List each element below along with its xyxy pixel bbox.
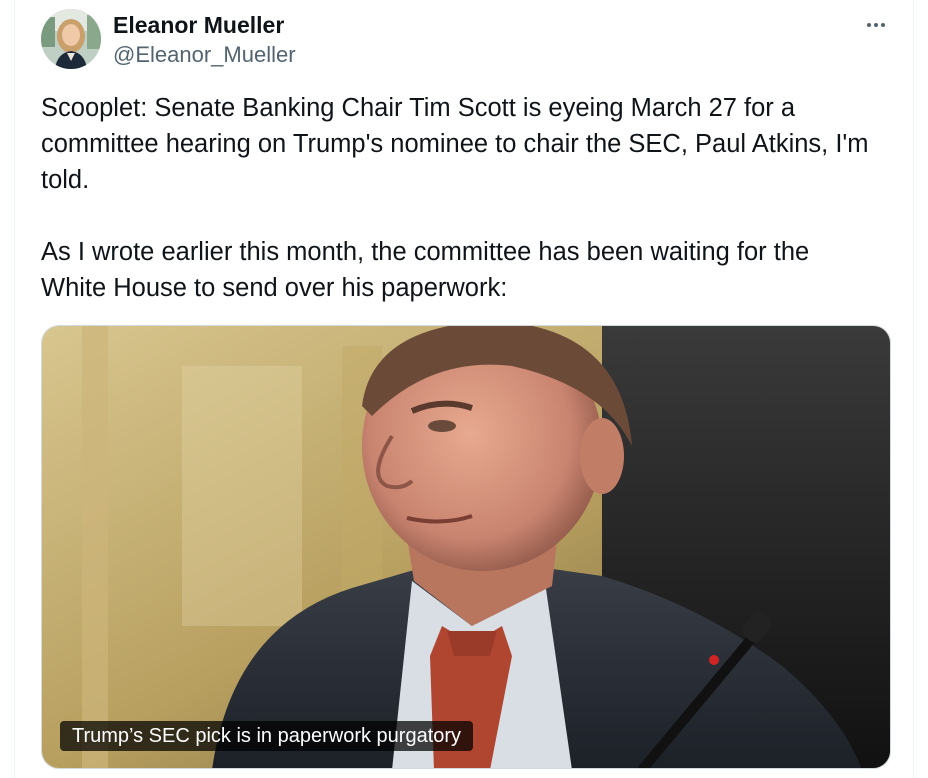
link-card-image	[42, 326, 890, 768]
author-handle[interactable]: @Eleanor_Mueller	[113, 42, 296, 68]
more-options-icon[interactable]	[861, 12, 891, 38]
dot	[867, 23, 871, 27]
tweet-text: Scooplet: Senate Banking Chair Tim Scott…	[41, 94, 869, 302]
dot	[881, 23, 885, 27]
link-card[interactable]: Trump’s SEC pick is in paperwork purgato…	[41, 325, 891, 769]
dot	[874, 23, 878, 27]
tweet-container: Eleanor Mueller @Eleanor_Mueller Scoople…	[14, 0, 914, 778]
author-name[interactable]: Eleanor Mueller	[113, 11, 284, 39]
avatar[interactable]	[41, 9, 101, 69]
link-card-caption: Trump’s SEC pick is in paperwork purgato…	[60, 721, 474, 751]
avatar-image	[41, 9, 101, 69]
